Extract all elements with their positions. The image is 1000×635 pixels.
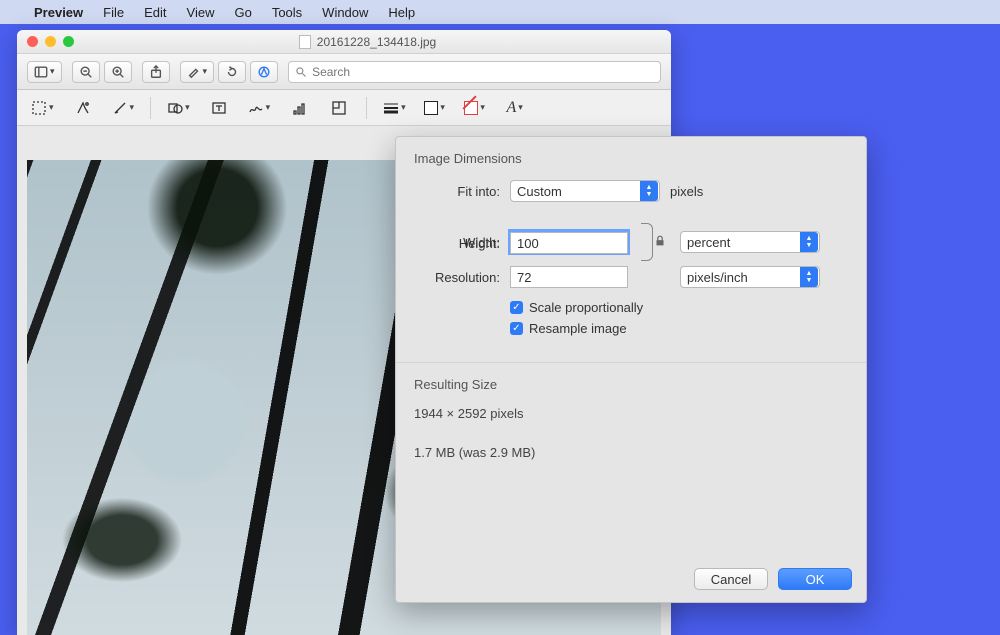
markup-toolbar: ▾ ▾ ▾ ▾ ▾ ▾ ▾ A▾ bbox=[17, 90, 671, 126]
select-arrows-icon: ▲▼ bbox=[800, 267, 818, 287]
toolbar: ▾ ▾ bbox=[17, 54, 671, 90]
adjust-size-dialog: Image Dimensions Fit into: Custom ▲▼ pix… bbox=[395, 136, 867, 603]
resolution-unit-value: pixels/inch bbox=[687, 270, 748, 285]
resolution-field[interactable]: 72 bbox=[510, 266, 628, 288]
resolution-label: Resolution: bbox=[414, 270, 500, 285]
lasso-tool-icon[interactable]: ▾ bbox=[108, 96, 139, 120]
ok-button[interactable]: OK bbox=[778, 568, 852, 590]
checkmark-icon: ✓ bbox=[510, 322, 523, 335]
fit-into-value: Custom bbox=[517, 184, 562, 199]
wh-unit-select[interactable]: percent ▲▼ bbox=[680, 231, 820, 253]
resample-image-checkbox[interactable]: ✓ Resample image bbox=[510, 321, 848, 336]
share-button[interactable] bbox=[142, 61, 170, 83]
markup-button[interactable] bbox=[250, 61, 278, 83]
instant-alpha-icon[interactable] bbox=[68, 96, 98, 120]
adjust-size-icon[interactable] bbox=[324, 96, 354, 120]
scale-proportionally-checkbox[interactable]: ✓ Scale proportionally bbox=[510, 300, 848, 315]
rotate-button[interactable] bbox=[218, 61, 246, 83]
highlight-button[interactable]: ▾ bbox=[180, 61, 215, 83]
minimize-icon[interactable] bbox=[45, 36, 56, 47]
font-style-icon[interactable]: A▾ bbox=[500, 96, 530, 120]
close-icon[interactable] bbox=[27, 36, 38, 47]
height-field[interactable]: 100 bbox=[510, 232, 628, 254]
menu-window[interactable]: Window bbox=[322, 5, 368, 20]
zoom-icon[interactable] bbox=[63, 36, 74, 47]
text-icon[interactable] bbox=[204, 96, 234, 120]
menu-tools[interactable]: Tools bbox=[272, 5, 302, 20]
result-dimensions: 1944 × 2592 pixels bbox=[414, 406, 848, 421]
cancel-button[interactable]: Cancel bbox=[694, 568, 768, 590]
selection-tool-icon[interactable]: ▾ bbox=[27, 96, 58, 120]
menu-view[interactable]: View bbox=[187, 5, 215, 20]
fit-into-select[interactable]: Custom ▲▼ bbox=[510, 180, 660, 202]
traffic-lights bbox=[27, 36, 74, 47]
menu-go[interactable]: Go bbox=[234, 5, 251, 20]
section-resulting-size: Resulting Size bbox=[414, 377, 848, 392]
search-icon bbox=[295, 66, 307, 78]
menu-edit[interactable]: Edit bbox=[144, 5, 166, 20]
lock-icon[interactable] bbox=[653, 234, 667, 251]
app-menu[interactable]: Preview bbox=[34, 5, 83, 20]
search-input[interactable] bbox=[288, 61, 661, 83]
result-filesize: 1.7 MB (was 2.9 MB) bbox=[414, 445, 848, 460]
adjust-color-icon[interactable] bbox=[284, 96, 314, 120]
sidebar-button[interactable]: ▾ bbox=[27, 61, 62, 83]
zoom-out-button[interactable] bbox=[72, 61, 100, 83]
resolution-unit-select[interactable]: pixels/inch ▲▼ bbox=[680, 266, 820, 288]
file-icon bbox=[299, 35, 311, 49]
section-image-dimensions: Image Dimensions bbox=[414, 151, 848, 166]
search-field[interactable] bbox=[312, 65, 654, 79]
menu-help[interactable]: Help bbox=[388, 5, 415, 20]
fit-into-label: Fit into: bbox=[414, 184, 500, 199]
checkmark-icon: ✓ bbox=[510, 301, 523, 314]
wh-unit-value: percent bbox=[687, 235, 730, 250]
titlebar: 20161228_134418.jpg bbox=[17, 30, 671, 54]
fit-into-unit: pixels bbox=[670, 184, 703, 199]
fill-color-icon[interactable]: ▾ bbox=[460, 96, 490, 120]
height-label: Height: bbox=[414, 236, 500, 251]
window-title: 20161228_134418.jpg bbox=[317, 35, 436, 49]
sign-icon[interactable]: ▾ bbox=[244, 96, 275, 120]
border-color-icon[interactable]: ▾ bbox=[420, 96, 450, 120]
shapes-icon[interactable]: ▾ bbox=[163, 96, 194, 120]
bracket-icon bbox=[641, 223, 653, 261]
select-arrows-icon: ▲▼ bbox=[800, 232, 818, 252]
menubar: Preview File Edit View Go Tools Window H… bbox=[0, 0, 1000, 24]
zoom-in-button[interactable] bbox=[104, 61, 132, 83]
menu-file[interactable]: File bbox=[103, 5, 124, 20]
select-arrows-icon: ▲▼ bbox=[640, 181, 658, 201]
line-style-icon[interactable]: ▾ bbox=[379, 96, 410, 120]
